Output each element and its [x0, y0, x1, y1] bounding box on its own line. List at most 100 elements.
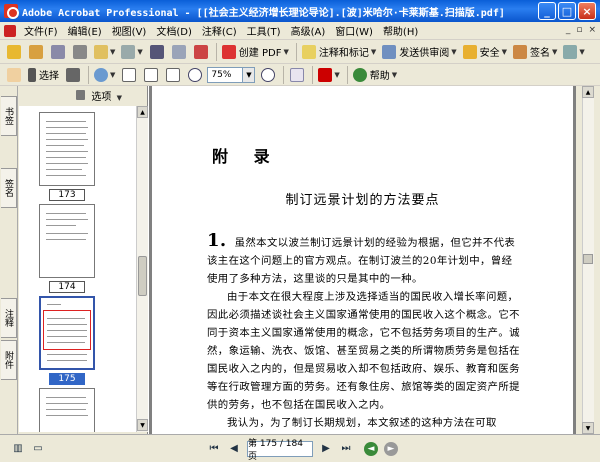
- first-page-button[interactable]: ⏮: [206, 441, 222, 457]
- previous-view-button[interactable]: ◄: [364, 441, 378, 456]
- yahoo-icon: [318, 67, 333, 82]
- thumbnail-page[interactable]: [39, 204, 95, 278]
- menu-window[interactable]: 窗口(W): [330, 23, 378, 38]
- document-view[interactable]: 附 录 制订远景计划的方法要点 1. 虽然本文以波兰制订远景计划的经验为根据，但它…: [149, 86, 576, 434]
- thumbnail-page[interactable]: [39, 388, 95, 432]
- rotate-page-icon: [290, 67, 305, 82]
- chevron-down-icon: ▼: [579, 47, 585, 56]
- menu-help[interactable]: 帮助(H): [378, 23, 423, 38]
- envelope-icon: [94, 44, 108, 59]
- menu-comments[interactable]: 注释(C): [197, 23, 242, 38]
- zoom-tool-button[interactable]: ▼: [92, 65, 117, 85]
- rotate-button[interactable]: [287, 65, 307, 85]
- magnifier-icon: [94, 67, 108, 82]
- chevron-down-icon: ▼: [451, 47, 457, 56]
- options-dropdown[interactable]: 选项 ▼: [91, 88, 122, 103]
- sign-button[interactable]: 签名 ▼: [511, 42, 559, 62]
- secure-button[interactable]: 安全 ▼: [461, 42, 509, 62]
- open-button[interactable]: [4, 42, 24, 62]
- comment-markup-button[interactable]: 注释和标记 ▼: [300, 42, 378, 62]
- tab-bookmarks[interactable]: 书签: [1, 96, 17, 136]
- scroll-down-arrow-icon[interactable]: ▼: [582, 422, 594, 434]
- forms-button[interactable]: ▼: [561, 42, 586, 62]
- create-pdf-icon: [221, 44, 236, 59]
- search-button[interactable]: [147, 42, 167, 62]
- chevron-down-icon: ▼: [283, 47, 289, 56]
- thumbnail-scrollbar[interactable]: ▲ ▼: [136, 106, 148, 432]
- thumbnail-item[interactable]: 173: [39, 112, 95, 201]
- tab-signatures[interactable]: 签名: [1, 168, 17, 208]
- close-button[interactable]: ×: [578, 2, 596, 20]
- secure-label: 安全: [479, 48, 500, 59]
- toolbar-separator: [346, 65, 348, 84]
- zoom-in-button[interactable]: [258, 65, 278, 85]
- minimize-button[interactable]: _: [538, 2, 556, 20]
- select-tool-button[interactable]: 选择: [26, 65, 61, 85]
- doc-minimize-button[interactable]: _: [566, 25, 571, 35]
- zoom-dropdown[interactable]: ▼: [243, 66, 256, 83]
- send-review-button[interactable]: 发送供审阅 ▼: [380, 42, 458, 62]
- scanner-button[interactable]: [169, 42, 189, 62]
- next-view-button[interactable]: ►: [384, 441, 398, 456]
- scrollbar-thumb[interactable]: [583, 254, 593, 264]
- scroll-up-arrow-icon[interactable]: ▲: [137, 106, 148, 118]
- maximize-button[interactable]: □: [558, 2, 576, 20]
- tab-comments[interactable]: 注释: [1, 298, 17, 338]
- paragraph-2: 由于本文在很大程度上涉及选择适当的国民收入增长率问题，因此必须描述谈社会主义国家…: [207, 291, 520, 411]
- hand-tool-button[interactable]: [4, 65, 24, 85]
- export-button[interactable]: [191, 42, 211, 62]
- navigation-tabs: 书签 签名 注释 附件: [0, 86, 18, 434]
- tab-attachments[interactable]: 附件: [1, 340, 17, 380]
- actual-size-button[interactable]: [119, 65, 139, 85]
- thumbnail-page[interactable]: [39, 296, 95, 370]
- fit-width-button[interactable]: [163, 65, 183, 85]
- attach-button[interactable]: ▼: [119, 42, 144, 62]
- create-pdf-button[interactable]: 创建 PDF ▼: [220, 42, 291, 62]
- zoom-input[interactable]: 75%: [207, 66, 244, 83]
- camera-icon: [66, 67, 80, 82]
- help-button[interactable]: 帮助 ▼: [351, 65, 399, 85]
- menu-edit[interactable]: 编辑(E): [63, 23, 107, 38]
- doc-restore-button[interactable]: ▫: [576, 25, 582, 35]
- print-button[interactable]: [70, 42, 90, 62]
- scroll-up-arrow-icon[interactable]: ▲: [582, 86, 594, 98]
- next-page-button[interactable]: ▶: [318, 441, 334, 457]
- chevron-down-icon: ▼: [137, 47, 143, 56]
- menu-file[interactable]: 文件(F): [19, 23, 63, 38]
- scroll-down-arrow-icon[interactable]: ▼: [137, 419, 148, 431]
- thumbnail-page[interactable]: [39, 112, 95, 186]
- email-button[interactable]: ▼: [92, 42, 117, 62]
- chevron-down-icon: ▼: [552, 47, 558, 56]
- snapshot-button[interactable]: [63, 65, 83, 85]
- page-layout-icon[interactable]: ▥: [10, 441, 26, 457]
- document-scrollbar[interactable]: ▲ ▼: [576, 86, 600, 434]
- menu-advanced[interactable]: 高级(A): [286, 23, 331, 38]
- yahoo-button[interactable]: ▼: [316, 65, 341, 85]
- thumbnail-item[interactable]: 174: [39, 204, 95, 293]
- save-button[interactable]: [48, 42, 68, 62]
- chevron-down-icon: ▼: [334, 70, 340, 79]
- page-number-field[interactable]: 第 175 / 184 页: [247, 439, 313, 462]
- thumbnail-list[interactable]: 173 174 175: [19, 106, 136, 432]
- zoom-out-button[interactable]: [185, 65, 205, 85]
- binoculars-icon: [149, 44, 164, 59]
- toolbar-separator: [312, 65, 314, 84]
- title-bar: Adobe Acrobat Professional - [[社会主义经济增长理…: [0, 0, 600, 22]
- doc-close-button[interactable]: ×: [588, 25, 596, 35]
- previous-page-button[interactable]: ◀: [226, 441, 242, 457]
- thumbnail-item[interactable]: [39, 388, 95, 432]
- last-page-button[interactable]: ⏭: [338, 441, 354, 457]
- folder-open-icon: [7, 44, 21, 59]
- trash-icon[interactable]: [76, 90, 86, 100]
- scrollbar-thumb[interactable]: [138, 256, 147, 296]
- single-page-icon[interactable]: ▭: [30, 441, 46, 457]
- menu-document[interactable]: 文档(D): [151, 23, 197, 38]
- thumbnail-item-selected[interactable]: 175: [39, 296, 95, 385]
- select-label: 选择: [39, 71, 59, 82]
- menu-view[interactable]: 视图(V): [107, 23, 152, 38]
- fit-page-button[interactable]: [141, 65, 161, 85]
- organizer-button[interactable]: [26, 42, 46, 62]
- menu-tools[interactable]: 工具(T): [242, 23, 286, 38]
- pdf-page[interactable]: 附 录 制订远景计划的方法要点 1. 虽然本文以波兰制订远景计划的经验为根据，但它…: [152, 86, 573, 434]
- comment-markup-label: 注释和标记: [318, 48, 369, 59]
